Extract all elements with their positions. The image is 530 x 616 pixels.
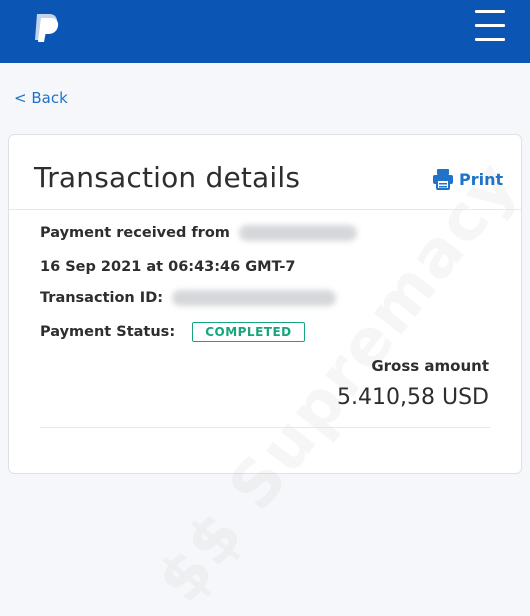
gross-amount-label: Gross amount bbox=[371, 357, 489, 375]
transaction-date: 16 Sep 2021 at 06:43:46 GMT-7 bbox=[40, 259, 296, 275]
payment-received-row: Payment received from bbox=[40, 225, 357, 241]
print-label: Print bbox=[459, 169, 504, 189]
gross-amount-value: 5.410,58 USD bbox=[337, 385, 489, 410]
menu-bar-icon bbox=[475, 24, 505, 27]
payment-status-label: Payment Status: bbox=[40, 324, 176, 340]
back-link[interactable]: < Back bbox=[14, 89, 68, 107]
divider bbox=[9, 209, 521, 210]
redacted-transaction-id bbox=[172, 290, 337, 306]
payment-status-row: Payment Status: COMPLETED bbox=[40, 322, 305, 342]
payment-received-label: Payment received from bbox=[40, 225, 230, 241]
date-time-row: 16 Sep 2021 at 06:43:46 GMT-7 bbox=[40, 259, 295, 275]
top-header bbox=[0, 0, 530, 63]
paypal-logo-icon[interactable] bbox=[30, 10, 64, 44]
print-button[interactable]: Print bbox=[432, 166, 503, 192]
printer-icon bbox=[433, 169, 453, 190]
menu-bar-icon bbox=[475, 10, 505, 13]
transaction-id-label: Transaction ID: bbox=[40, 290, 164, 306]
hamburger-menu-button[interactable] bbox=[471, 8, 509, 44]
status-badge: COMPLETED bbox=[192, 322, 305, 342]
transaction-details-card: $$ Supremacy Transaction details Print P… bbox=[8, 134, 530, 616]
redacted-sender bbox=[238, 225, 357, 241]
menu-bar-icon bbox=[475, 38, 505, 41]
divider bbox=[40, 427, 490, 428]
transaction-id-row: Transaction ID: bbox=[40, 290, 337, 306]
page-title: Transaction details bbox=[34, 161, 301, 194]
